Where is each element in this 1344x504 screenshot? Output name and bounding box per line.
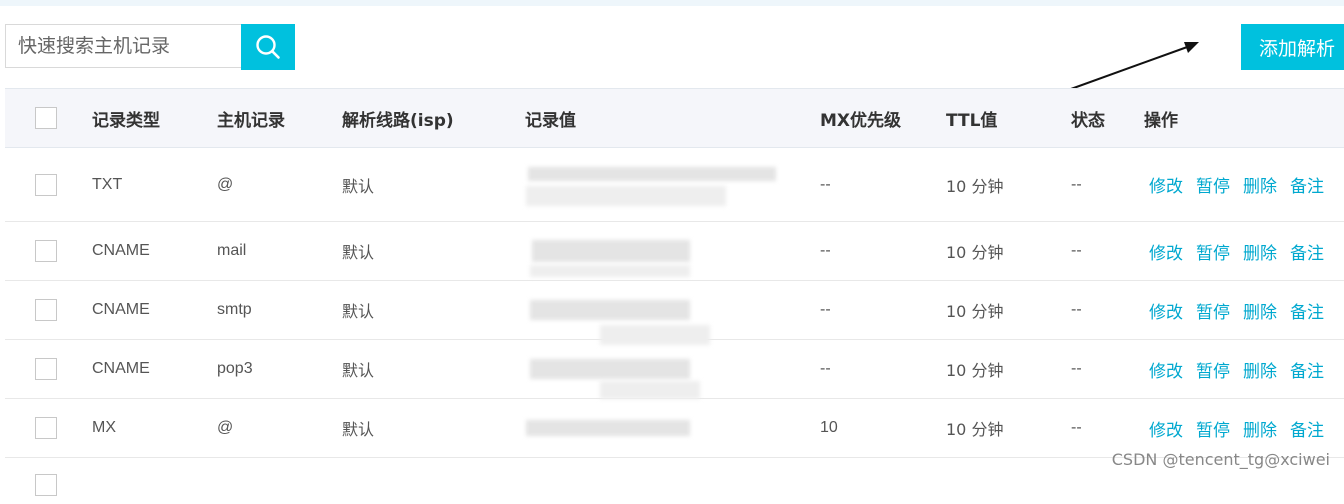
record-type: CNAME <box>92 360 150 377</box>
redaction-smudge <box>526 186 726 206</box>
note-link[interactable]: 备注 <box>1290 298 1324 323</box>
mx-priority: -- <box>820 301 831 318</box>
row-actions: 修改 暂停 删除 备注 <box>1149 281 1337 339</box>
status-value: -- <box>1071 419 1082 436</box>
host-record: @ <box>217 419 234 436</box>
top-banner-strip <box>0 0 1344 6</box>
record-type: CNAME <box>92 242 150 259</box>
redaction-smudge <box>530 359 690 379</box>
pause-link[interactable]: 暂停 <box>1196 239 1230 264</box>
row-checkbox[interactable] <box>35 474 57 496</box>
resolve-line: 默认 <box>342 420 375 439</box>
note-link[interactable]: 备注 <box>1290 416 1324 441</box>
status-value: -- <box>1071 360 1082 377</box>
search-icon <box>256 35 280 59</box>
search-button[interactable] <box>241 24 295 70</box>
watermark: CSDN @tencent_tg@xciwei <box>1111 450 1330 469</box>
mx-priority: -- <box>820 175 831 193</box>
status-value: -- <box>1071 175 1082 193</box>
table-row: TXT @ 默认 -- 10 分钟 -- 修改 暂停 删除 备注 <box>5 148 1344 222</box>
host-record: @ <box>217 175 234 193</box>
row-actions: 修改 暂停 删除 备注 <box>1149 222 1337 280</box>
header-record-type: 记录类型 <box>92 110 160 131</box>
edit-link[interactable]: 修改 <box>1149 357 1183 382</box>
redaction-smudge <box>600 325 710 345</box>
status-value: -- <box>1071 242 1082 259</box>
pause-link[interactable]: 暂停 <box>1196 357 1230 382</box>
edit-link[interactable]: 修改 <box>1149 239 1183 264</box>
redaction-smudge <box>600 381 700 399</box>
header-line: 解析线路(isp) <box>342 110 454 131</box>
row-checkbox[interactable] <box>35 240 57 262</box>
select-all-checkbox[interactable] <box>35 107 57 129</box>
note-link[interactable]: 备注 <box>1290 357 1324 382</box>
ttl-value: 10 分钟 <box>946 302 1004 321</box>
row-actions: 修改 暂停 删除 备注 <box>1149 148 1337 221</box>
header-actions: 操作 <box>1144 110 1178 131</box>
row-checkbox[interactable] <box>35 417 57 439</box>
resolve-line: 默认 <box>342 302 375 321</box>
pause-link[interactable]: 暂停 <box>1196 172 1230 197</box>
edit-link[interactable]: 修改 <box>1149 172 1183 197</box>
search-input[interactable] <box>6 25 241 67</box>
edit-link[interactable]: 修改 <box>1149 416 1183 441</box>
row-actions: 修改 暂停 删除 备注 <box>1149 340 1337 398</box>
redaction-smudge <box>526 420 690 436</box>
host-record: smtp <box>217 301 252 318</box>
delete-link[interactable]: 删除 <box>1243 416 1277 441</box>
delete-link[interactable]: 删除 <box>1243 239 1277 264</box>
delete-link[interactable]: 删除 <box>1243 298 1277 323</box>
resolve-line: 默认 <box>342 243 375 262</box>
mx-priority: -- <box>820 360 831 377</box>
header-status: 状态 <box>1071 110 1105 131</box>
pause-link[interactable]: 暂停 <box>1196 416 1230 441</box>
redaction-smudge <box>530 300 690 320</box>
header-mx-priority: MX优先级 <box>820 110 902 131</box>
header-value: 记录值 <box>525 110 576 131</box>
add-record-button[interactable]: 添加解析 <box>1241 24 1344 70</box>
ttl-value: 10 分钟 <box>946 420 1004 439</box>
mx-priority: 10 <box>820 419 838 436</box>
record-type: MX <box>92 419 116 436</box>
row-checkbox[interactable] <box>35 173 57 196</box>
search-box[interactable] <box>5 24 241 68</box>
header-ttl: TTL值 <box>946 110 998 131</box>
table-header: 记录类型 主机记录 解析线路(isp) 记录值 MX优先级 TTL值 状态 操作 <box>5 88 1344 148</box>
ttl-value: 10 分钟 <box>946 176 1004 196</box>
mx-priority: -- <box>820 242 831 259</box>
delete-link[interactable]: 删除 <box>1243 172 1277 197</box>
host-record: mail <box>217 242 247 259</box>
row-checkbox[interactable] <box>35 299 57 321</box>
redaction-smudge <box>530 265 690 277</box>
record-type: CNAME <box>92 301 150 318</box>
edit-link[interactable]: 修改 <box>1149 298 1183 323</box>
ttl-value: 10 分钟 <box>946 243 1004 262</box>
status-value: -- <box>1071 301 1082 318</box>
row-actions: 修改 暂停 删除 备注 <box>1149 399 1337 457</box>
delete-link[interactable]: 删除 <box>1243 357 1277 382</box>
header-host: 主机记录 <box>217 110 285 131</box>
note-link[interactable]: 备注 <box>1290 239 1324 264</box>
note-link[interactable]: 备注 <box>1290 172 1324 197</box>
redaction-smudge <box>528 167 776 181</box>
resolve-line: 默认 <box>342 176 375 196</box>
pause-link[interactable]: 暂停 <box>1196 298 1230 323</box>
ttl-value: 10 分钟 <box>946 361 1004 380</box>
host-record: pop3 <box>217 360 253 377</box>
redaction-smudge <box>532 240 690 262</box>
row-checkbox[interactable] <box>35 358 57 380</box>
record-type: TXT <box>92 175 123 193</box>
resolve-line: 默认 <box>342 361 375 380</box>
